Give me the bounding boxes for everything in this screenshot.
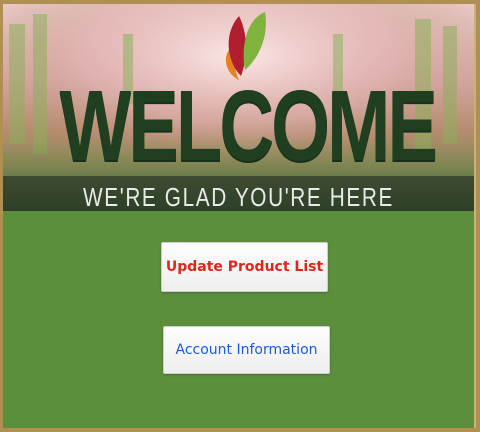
welcome-banner: WELCOME WE'RE GLAD YOU'RE HERE: [3, 4, 474, 211]
welcome-subtitle: WE'RE GLAD YOU'RE HERE: [83, 182, 394, 211]
welcome-title: WELCOME: [59, 70, 439, 182]
update-product-list-button[interactable]: Update Product List: [161, 242, 328, 292]
main-panel: WELCOME WE'RE GLAD YOU'RE HERE Update Pr…: [3, 4, 476, 428]
account-information-button[interactable]: Account Information: [163, 326, 330, 374]
account-information-label: Account Information: [175, 342, 318, 358]
update-product-list-label: Update Product List: [165, 259, 324, 275]
